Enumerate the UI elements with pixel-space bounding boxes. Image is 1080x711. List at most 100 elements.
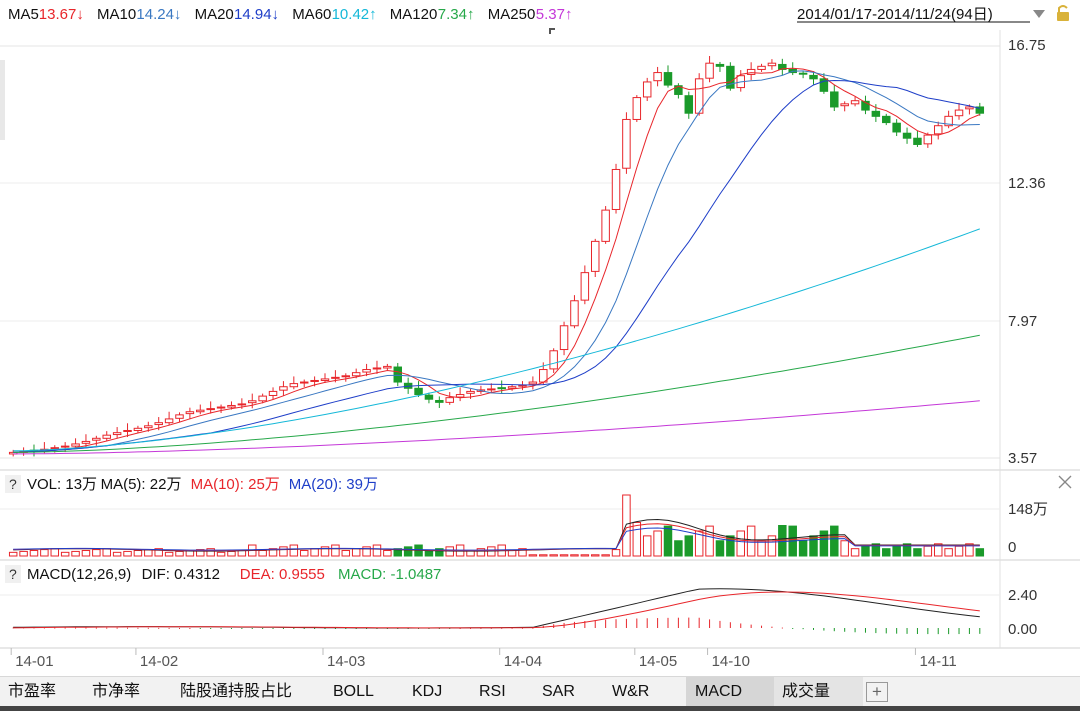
chart-canvas[interactable]: MA5 13.67↓ MA10 14.24↓ MA20 14.94↓ MA60 10.42↑ M… [0, 0, 1080, 676]
candle-body [383, 365, 392, 369]
ma-legend-label: MA10 [97, 6, 136, 23]
candle-body [684, 95, 694, 114]
candle-body [299, 381, 309, 384]
candle-body [123, 429, 132, 432]
tab-pe-ratio[interactable]: 市盈率 [8, 677, 92, 707]
help-icon[interactable]: ? [9, 476, 17, 492]
ma-legend-label: MA5 [8, 6, 39, 23]
volume-bar [372, 544, 382, 557]
volume-bar [601, 554, 610, 557]
volume-bar [102, 548, 111, 557]
candle-body [216, 406, 226, 409]
add-indicator-icon[interactable]: + [866, 682, 888, 702]
candle-body [185, 411, 195, 415]
volume-bar [798, 540, 808, 557]
volume-bar [767, 535, 777, 557]
help-icon[interactable]: ? [9, 566, 17, 582]
candle-body [767, 62, 777, 67]
volume-bar [237, 550, 247, 557]
volume-tick-label: 148万 [1008, 501, 1048, 518]
price-tick-label: 7.97 [1008, 313, 1037, 330]
candle-body [871, 110, 881, 117]
ma-legend-label: MA60 [292, 6, 331, 23]
candle-body [580, 272, 590, 301]
price-tick-label: 3.57 [1008, 450, 1037, 467]
candle-body [933, 125, 943, 135]
candle-body [715, 63, 725, 67]
volume-bar [175, 550, 184, 557]
candle-body [71, 443, 80, 447]
candle-body [798, 72, 808, 75]
volume-bar [60, 551, 70, 557]
volume-bar [112, 551, 122, 557]
indicator-legend-item: MA(10): 25万 [191, 476, 280, 493]
tab-wr[interactable]: W&R [612, 677, 686, 707]
candle-body [487, 388, 496, 391]
candle-body [830, 91, 839, 108]
indicator-tab-bar: 市盈率 市净率 陆股通持股占比 BOLL KDJ RSI SAR W&R MAC… [0, 676, 1080, 707]
candle-body [965, 106, 974, 110]
volume-bar [331, 544, 340, 557]
volume-bar [611, 549, 621, 557]
tab-boll[interactable]: BOLL [333, 677, 412, 707]
volume-bar [622, 494, 631, 557]
candle-body [331, 376, 340, 379]
candle-body [81, 440, 91, 444]
candle-body [663, 72, 673, 86]
candle-body [757, 65, 766, 70]
volume-bar [882, 548, 891, 557]
candle-body [414, 387, 423, 396]
tab-pb-ratio[interactable]: 市净率 [92, 677, 180, 707]
volume-bar [674, 540, 683, 557]
candle-body [237, 403, 247, 406]
date-range-label[interactable]: 2014/01/17-2014/11/24(94日) [797, 6, 993, 23]
volume-bar [913, 548, 922, 557]
kline-chart-window: MA5 13.67↓ MA10 14.24↓ MA20 14.94↓ MA60 10.42↑ M… [0, 0, 1080, 711]
volume-bar [736, 530, 745, 557]
candle-body [590, 240, 600, 272]
date-tick-label: 14-02 [140, 653, 178, 670]
volume-bar [383, 550, 392, 557]
candle-body [746, 68, 756, 75]
volume-bar [653, 530, 662, 557]
date-tick-label: 14-01 [15, 653, 53, 670]
volume-bar [954, 545, 964, 557]
ma-legend-value: 10.42↑ [332, 6, 377, 23]
tab-northbound-holding[interactable]: 陆股通持股占比 [180, 677, 333, 707]
candle-body [362, 369, 371, 373]
candle-body [435, 399, 444, 403]
tab-rsi[interactable]: RSI [479, 677, 542, 707]
macd-tick-label: 2.40 [1008, 587, 1037, 604]
volume-bar [289, 544, 299, 557]
candle-body [892, 122, 901, 133]
candle-body [632, 97, 642, 120]
tab-sar[interactable]: SAR [542, 677, 612, 707]
volume-bar [663, 525, 673, 557]
candle-body [289, 383, 299, 388]
volume-bar [892, 545, 901, 557]
candle-body [144, 425, 153, 429]
candle-body [570, 300, 579, 327]
indicator-legend-item: MA(5): 22万 [101, 476, 182, 493]
candle-body [455, 394, 465, 398]
volume-bar [715, 540, 725, 557]
tab-macd[interactable]: MACD [686, 677, 774, 707]
volume-bar [923, 545, 933, 557]
candle-body [341, 375, 351, 378]
volume-bar [50, 548, 60, 557]
ma-legend-value: 5.37↑ [536, 6, 573, 23]
candle-body [372, 367, 382, 370]
candle-body [60, 445, 70, 448]
indicator-legend-item: VOL: 13万 [27, 476, 97, 493]
candle-body [351, 372, 361, 377]
candle-body [497, 387, 506, 390]
volume-bar [227, 550, 236, 557]
candle-body [112, 432, 122, 436]
tab-kdj[interactable]: KDJ [412, 677, 479, 707]
volume-bar [424, 550, 434, 557]
candle-body [445, 397, 454, 403]
tab-volume[interactable]: 成交量 [774, 677, 863, 707]
candle-body [424, 394, 434, 400]
left-scroll-handle[interactable] [0, 60, 5, 140]
volume-bar [840, 540, 849, 557]
